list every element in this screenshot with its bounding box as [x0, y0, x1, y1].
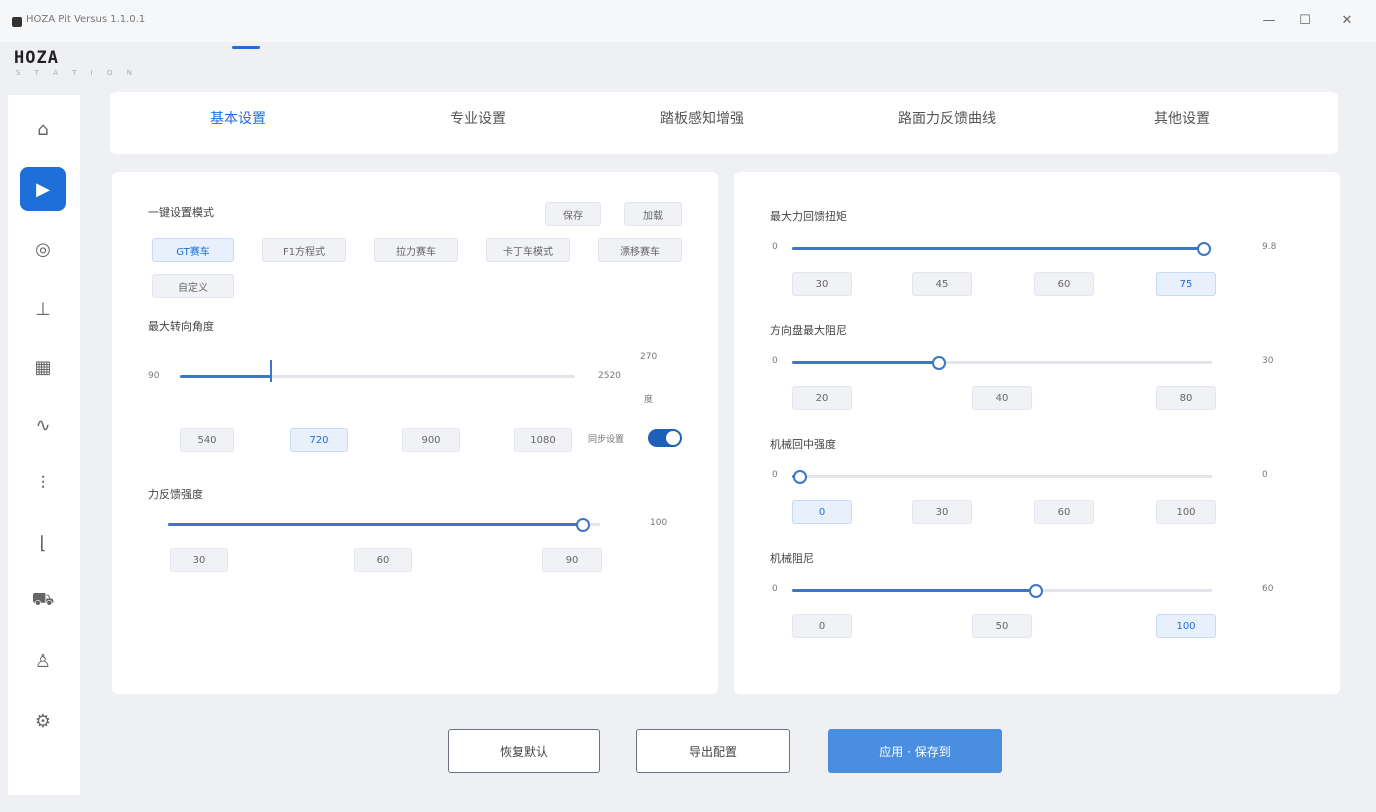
toggle-knob — [666, 431, 680, 445]
return-center-quick-0[interactable]: 0 — [792, 500, 852, 524]
preset-drift[interactable]: 漂移赛车 — [598, 238, 682, 262]
nav-wave-icon[interactable]: ∿ — [20, 403, 66, 447]
max-torque-slider-knob[interactable] — [1196, 241, 1211, 256]
preset-rally[interactable]: 拉力赛车 — [374, 238, 458, 262]
max-torque-quick-30[interactable]: 30 — [792, 272, 852, 296]
mech-damping-slider-knob[interactable] — [1028, 583, 1043, 598]
preset-kart[interactable]: 卡丁车模式 — [486, 238, 570, 262]
mech-damping-min: 0 — [772, 584, 778, 594]
wheel-damping-value: 30 — [1262, 356, 1274, 366]
max-torque-slider-track[interactable] — [792, 241, 1212, 256]
nav-pedal-icon[interactable]: ⫶ — [20, 461, 66, 505]
max-torque-quick-75[interactable]: 75 — [1156, 272, 1216, 296]
wheel-damping-quick-80[interactable]: 80 — [1156, 386, 1216, 410]
window-title: HOZA Pit Versus 1.1.0.1 — [26, 14, 146, 25]
rotation-value-top: 270 — [640, 352, 658, 362]
rotation-min-label: 90 — [148, 371, 160, 381]
preset-custom[interactable]: 自定义 — [152, 274, 234, 298]
tab-basic-settings[interactable]: 基本设置 — [210, 108, 266, 128]
max-torque-min: 0 — [772, 242, 778, 252]
brand-logo: HOZA — [14, 48, 59, 68]
brand-logo-subtitle: S T A T I O N — [16, 69, 138, 77]
nav-gear-shift-icon[interactable]: ⊥ — [20, 287, 66, 331]
apply-save-button[interactable]: 应用 · 保存到 — [828, 729, 1002, 773]
max-torque-quick-60[interactable]: 60 — [1034, 272, 1094, 296]
rotation-slider-fill — [180, 375, 271, 378]
title-bar: HOZA Pit Versus 1.1.0.1 — ☐ ✕ — [0, 0, 1376, 42]
minimize-button[interactable]: — — [1256, 10, 1282, 32]
nav-tools-icon[interactable]: ⚙ — [20, 699, 66, 743]
return-center-value: 0 — [1262, 470, 1268, 480]
wheel-damping-label: 方向盘最大阻尼 — [770, 324, 847, 337]
rotation-quick-900[interactable]: 900 — [402, 428, 460, 452]
tab-other-settings[interactable]: 其他设置 — [1154, 108, 1210, 128]
nav-home-icon[interactable]: ⌂ — [20, 107, 66, 151]
max-torque-value: 9.8 — [1262, 242, 1277, 252]
ffb-quick-60[interactable]: 60 — [354, 548, 412, 572]
wheel-damping-slider-track[interactable] — [792, 355, 1212, 370]
rotation-quick-1080[interactable]: 1080 — [514, 428, 572, 452]
return-center-label: 机械回中强度 — [770, 438, 836, 451]
wheel-damping-slider-fill — [792, 361, 939, 364]
max-torque-label: 最大力回馈扭矩 — [770, 210, 847, 223]
wheel-damping-quick-40[interactable]: 40 — [972, 386, 1032, 410]
ffb-strength-label: 力反馈强度 — [148, 488, 203, 501]
return-center-quick-30[interactable]: 30 — [912, 500, 972, 524]
nav-user-icon[interactable]: ♙ — [20, 639, 66, 683]
return-center-quick-100[interactable]: 100 — [1156, 500, 1216, 524]
rotation-max-label: 2520 — [598, 371, 621, 381]
tab-road-feedback-curve[interactable]: 路面力反馈曲线 — [898, 108, 996, 128]
rotation-quick-720[interactable]: 720 — [290, 428, 348, 452]
return-center-quick-60[interactable]: 60 — [1034, 500, 1094, 524]
wheel-damping-slider-knob[interactable] — [932, 355, 946, 370]
save-preset-button[interactable]: 保存 — [545, 202, 601, 226]
return-center-slider-knob[interactable] — [793, 469, 808, 484]
wheel-damping-quick-20[interactable]: 20 — [792, 386, 852, 410]
return-center-min: 0 — [772, 470, 778, 480]
sync-settings-toggle[interactable] — [648, 429, 682, 447]
app-icon — [12, 17, 22, 27]
sidebar: ⌂ ▶ ◎ ⊥ ▦ ∿ ⫶ ⌊ ⛟ ♙ ⚙ — [8, 95, 80, 795]
rotation-slider-marker[interactable] — [269, 360, 272, 382]
nav-steering-wheel-icon[interactable]: ◎ — [20, 227, 66, 271]
ffb-strength-slider-track[interactable] — [168, 517, 600, 532]
mech-damping-label: 机械阻尼 — [770, 552, 814, 565]
preset-gt[interactable]: GT赛车 — [152, 238, 234, 262]
mech-damping-slider-track[interactable] — [792, 583, 1212, 598]
wheel-damping-min: 0 — [772, 356, 778, 366]
ffb-strength-slider-fill — [168, 523, 583, 526]
return-center-slider-track[interactable] — [792, 469, 1212, 484]
tab-bar: 基本设置 专业设置 踏板感知增强 路面力反馈曲线 其他设置 — [110, 92, 1338, 154]
preset-mode-label: 一键设置模式 — [148, 206, 214, 219]
preset-f1[interactable]: F1方程式 — [262, 238, 346, 262]
export-config-button[interactable]: 导出配置 — [636, 729, 790, 773]
tab-pedal-enhance[interactable]: 踏板感知增强 — [660, 108, 744, 128]
sync-settings-label: 同步设置 — [588, 435, 625, 445]
mech-damping-quick-0[interactable]: 0 — [792, 614, 852, 638]
load-preset-button[interactable]: 加载 — [624, 202, 682, 226]
mech-damping-quick-100[interactable]: 100 — [1156, 614, 1216, 638]
ffb-strength-slider-knob[interactable] — [575, 517, 590, 532]
ffb-quick-90[interactable]: 90 — [542, 548, 602, 572]
max-torque-slider-fill — [792, 247, 1204, 250]
nav-car-icon[interactable]: ⛟ — [20, 579, 66, 623]
nav-display-icon[interactable]: ▦ — [20, 345, 66, 389]
rotation-slider-track[interactable] — [180, 375, 575, 378]
tab-pro-settings[interactable]: 专业设置 — [450, 108, 506, 128]
mech-damping-slider-fill — [792, 589, 1036, 592]
active-tab-indicator — [232, 46, 260, 49]
reset-default-button[interactable]: 恢复默认 — [448, 729, 600, 773]
close-button[interactable]: ✕ — [1334, 10, 1360, 32]
mech-damping-quick-50[interactable]: 50 — [972, 614, 1032, 638]
maximize-button[interactable]: ☐ — [1292, 10, 1318, 32]
rotation-quick-540[interactable]: 540 — [180, 428, 234, 452]
rotation-angle-label: 最大转向角度 — [148, 320, 214, 333]
ffb-strength-end-label: 100 — [650, 518, 668, 528]
mech-damping-value: 60 — [1262, 584, 1274, 594]
rotation-unit: 度 — [644, 395, 654, 405]
ffb-quick-30[interactable]: 30 — [170, 548, 228, 572]
nav-wheel-icon[interactable]: ▶ — [20, 167, 66, 211]
nav-handbrake-icon[interactable]: ⌊ — [20, 521, 66, 565]
max-torque-quick-45[interactable]: 45 — [912, 272, 972, 296]
